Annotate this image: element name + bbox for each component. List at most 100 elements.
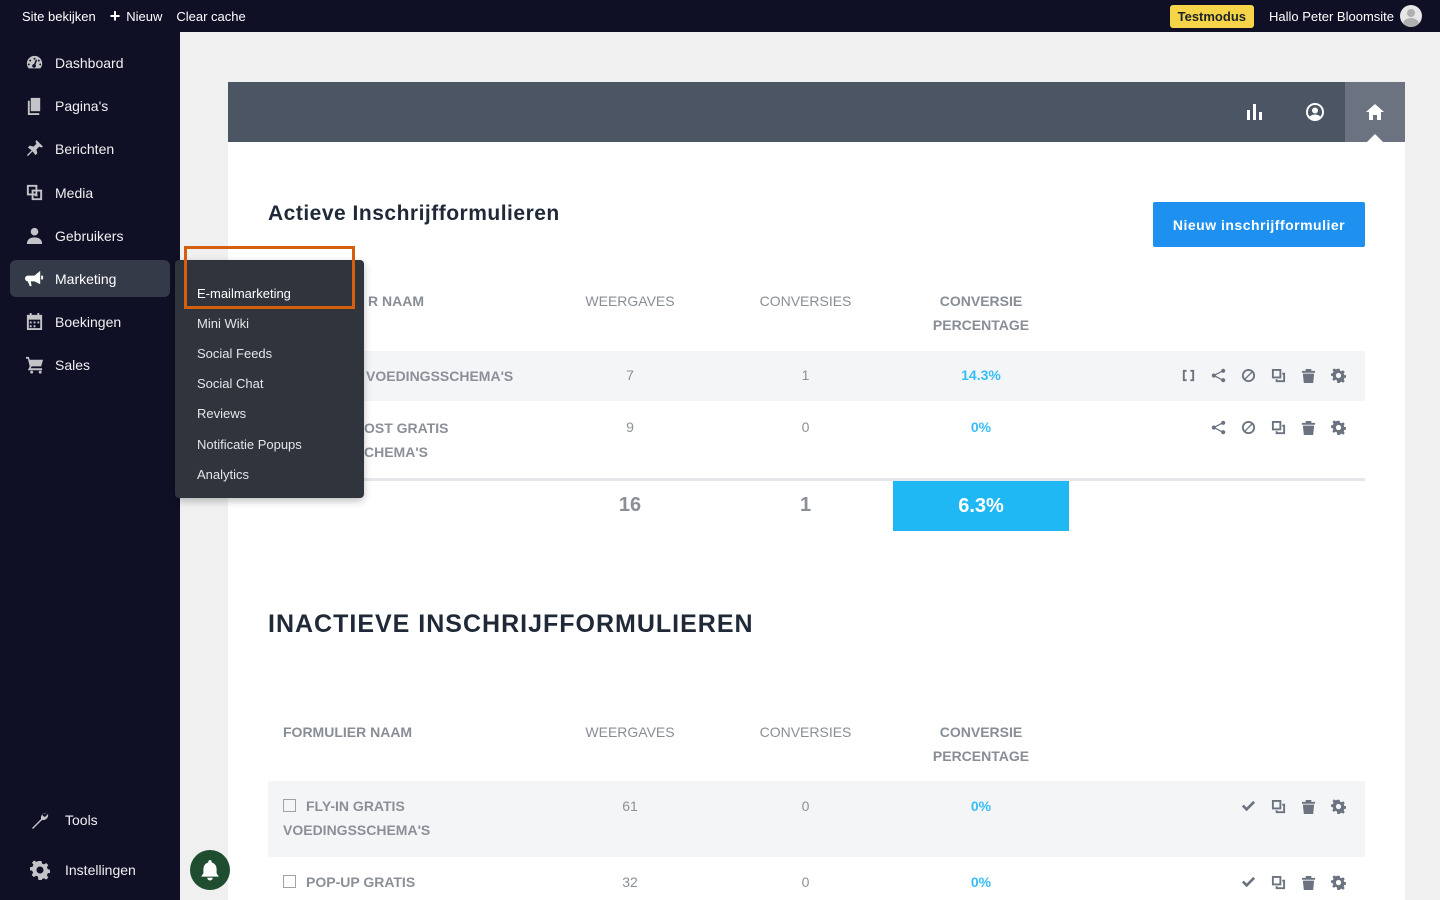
- home-icon: [1366, 104, 1384, 120]
- share-button[interactable]: [1203, 417, 1233, 437]
- settings-button[interactable]: [1323, 365, 1353, 385]
- trash-icon: [1301, 799, 1315, 814]
- submenu-item-social-feeds[interactable]: Social Feeds: [175, 338, 364, 368]
- views-value: 9: [626, 419, 634, 435]
- popup-icon: [283, 875, 296, 888]
- cart-icon: [24, 355, 44, 375]
- col-header-name: FORMULIER NAAM: [283, 724, 413, 740]
- total-conversions: 1: [799, 494, 812, 516]
- percentage-value: 0%: [970, 798, 992, 814]
- col-header-conversions: CONVERSIES: [759, 293, 852, 309]
- pct-header-line2: PERCENTAGE: [932, 317, 1030, 333]
- tools-label: Tools: [65, 812, 98, 828]
- duplicate-button[interactable]: [1263, 796, 1293, 816]
- delete-button[interactable]: [1293, 872, 1323, 892]
- sidebar-item-marketing[interactable]: Marketing: [10, 260, 170, 297]
- sidebar-item-media[interactable]: Media: [10, 174, 170, 211]
- sidebar-item-users[interactable]: Gebruikers: [10, 217, 170, 254]
- table-row[interactable]: POP-UP GRATIS 32 0 0%: [268, 857, 1365, 900]
- new-link[interactable]: + Nieuw: [103, 0, 170, 32]
- sidebar-item-settings[interactable]: Instellingen: [30, 860, 136, 880]
- new-label: Nieuw: [126, 8, 163, 24]
- submenu-item-reviews[interactable]: Reviews: [175, 399, 364, 429]
- settings-button[interactable]: [1323, 872, 1353, 892]
- stats-tab-button[interactable]: [1225, 82, 1285, 142]
- duplicate-button[interactable]: [1263, 365, 1293, 385]
- row-actions: [1233, 796, 1353, 816]
- col-header-views: WEERGAVES: [585, 724, 675, 740]
- settings-label: Instellingen: [65, 862, 136, 878]
- sidebar-item-pages[interactable]: Pagina's: [10, 87, 170, 124]
- deactivate-button[interactable]: [1233, 417, 1263, 437]
- new-form-button[interactable]: Nieuw inschrijfformulier: [1153, 202, 1365, 247]
- settings-button[interactable]: [1323, 796, 1353, 816]
- pct-header-line1: CONVERSIE: [939, 724, 1023, 740]
- marketing-submenu: E-mailmarketing Mini Wiki Social Feeds S…: [175, 260, 364, 498]
- user-circle-icon: [1306, 103, 1324, 121]
- pct-header-line1: CONVERSIE: [939, 293, 1023, 309]
- pct-header-line2: PERCENTAGE: [932, 748, 1030, 764]
- col-header-views: WEERGAVES: [585, 293, 675, 309]
- submenu-item-notification-popups[interactable]: Notificatie Popups: [175, 429, 364, 459]
- form-name: POP-UP GRATIS: [283, 870, 415, 894]
- forms-panel: Actieve Inschrijfformulieren Nieuw insch…: [228, 82, 1405, 900]
- calendar-icon: [24, 312, 44, 332]
- dashboard-icon: [24, 53, 44, 73]
- delete-button[interactable]: [1293, 417, 1323, 437]
- delete-button[interactable]: [1293, 796, 1323, 816]
- sidebar-item-bookings[interactable]: Boekingen: [10, 303, 170, 340]
- clear-cache-label: Clear cache: [176, 8, 246, 24]
- total-percentage: 6.3%: [893, 481, 1069, 531]
- table-row[interactable]: VOEDINGSSCHEMA'S 7 1 14.3%: [268, 351, 1365, 401]
- duplicate-button[interactable]: [1263, 417, 1293, 437]
- submenu-item-social-chat[interactable]: Social Chat: [175, 369, 364, 399]
- activate-button[interactable]: [1233, 872, 1263, 892]
- notification-bell-button[interactable]: [190, 850, 230, 890]
- clear-cache-link[interactable]: Clear cache: [169, 0, 252, 32]
- gear-icon: [30, 860, 50, 880]
- user-icon: [24, 226, 44, 246]
- table-row[interactable]: FLY-IN GRATIS VOEDINGSSCHEMA'S 61 0 0%: [268, 781, 1365, 857]
- megaphone-icon: [24, 269, 44, 289]
- row-actions: [1203, 417, 1353, 437]
- avatar: [1400, 5, 1422, 27]
- duplicate-button[interactable]: [1263, 872, 1293, 892]
- greeting-text: Hallo Peter Bloomsite: [1269, 8, 1394, 24]
- sidebar-item-posts[interactable]: Berichten: [10, 130, 170, 167]
- activate-button[interactable]: [1233, 796, 1263, 816]
- sidebar-item-tools[interactable]: Tools: [30, 810, 98, 830]
- test-mode-badge[interactable]: Testmodus: [1169, 4, 1254, 28]
- totals-divider: [268, 478, 1365, 481]
- form-name-line1: POP-UP GRATIS: [306, 874, 416, 890]
- account-tab-button[interactable]: [1285, 82, 1345, 142]
- flyin-icon: [283, 799, 296, 812]
- form-name-line1: FLY-IN GRATIS: [306, 798, 405, 814]
- views-value: 61: [622, 798, 638, 814]
- delete-button[interactable]: [1293, 365, 1323, 385]
- settings-button[interactable]: [1323, 417, 1353, 437]
- ban-icon: [1241, 420, 1255, 434]
- submenu-item-email-marketing[interactable]: E-mailmarketing: [175, 278, 364, 308]
- sidebar-item-label: Sales: [55, 356, 91, 373]
- sidebar-item-dashboard[interactable]: Dashboard: [10, 44, 170, 81]
- table-row[interactable]: OST GRATIS CHEMA'S 9 0 0%: [268, 401, 1365, 478]
- col-header-conversions: CONVERSIES: [759, 724, 852, 740]
- share-icon: [1211, 368, 1225, 382]
- trash-icon: [1301, 420, 1315, 435]
- col-header-percentage: CONVERSIE PERCENTAGE: [893, 720, 1069, 768]
- home-tab-button[interactable]: [1345, 82, 1405, 142]
- wrench-icon: [32, 812, 49, 829]
- view-site-link[interactable]: Site bekijken: [15, 0, 103, 32]
- submenu-item-mini-wiki[interactable]: Mini Wiki: [175, 308, 364, 338]
- submenu-item-analytics[interactable]: Analytics: [175, 459, 364, 489]
- media-icon: [24, 183, 44, 203]
- copy-icon: [1271, 875, 1285, 889]
- conversions-value: 0: [801, 874, 810, 890]
- deactivate-button[interactable]: [1233, 365, 1263, 385]
- account-menu[interactable]: Hallo Peter Bloomsite: [1269, 0, 1422, 32]
- col-header-name: R NAAM: [368, 293, 424, 309]
- conversions-value: 0: [801, 798, 810, 814]
- share-button[interactable]: [1203, 365, 1233, 385]
- embed-button[interactable]: [1173, 365, 1203, 385]
- sidebar-item-sales[interactable]: Sales: [10, 346, 170, 383]
